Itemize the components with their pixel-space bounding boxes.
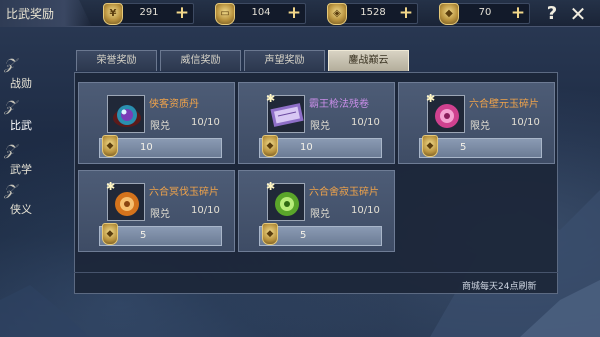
calligraphy-icon: 𝒵 [4,141,16,159]
top-bar: 比武奖励 ¥ 291 + ▭ 104 + ◈ 1528 + ◆ 70 + ? ✕ [0,0,600,27]
limit-label: 限兑 [150,209,170,220]
item-icon-frame: ✱ [266,180,305,221]
refresh-note: 商城每天24点刷新 [462,282,537,292]
limit-count: 10/10 [191,205,220,216]
item-name: 霸王枪法残卷 [309,99,369,110]
sidenav-item-zhanxun[interactable]: 𝒵 战勋 [2,55,42,97]
limit-label: 限兑 [310,121,330,132]
eye-pill-icon [113,105,141,127]
calligraphy-icon: 𝒵 [4,55,16,73]
close-button[interactable]: ✕ [568,4,588,24]
sidenav-item-wuxue[interactable]: 𝒵 武学 [2,141,42,183]
item-name: 六合舍寂玉碎片 [309,187,379,198]
currency-jade-token: ◈ 1528 + [327,3,418,25]
tab-rongyu[interactable]: 荣誉奖励 [76,50,157,71]
limit-count: 10/10 [191,117,220,128]
currency-value: 291 [139,7,159,18]
sidenav-item-xiayi[interactable]: 𝒵 侠义 [2,181,42,223]
limit-label: 限兑 [310,209,330,220]
item-price: 5 [300,230,307,241]
buy-button[interactable]: ◆ 10 [259,135,382,158]
panel-divider [74,272,558,273]
gold-token-icon: ◆ [102,223,118,245]
tab-shengwang[interactable]: 声望奖励 [244,50,325,71]
jade-token-icon: ◈ [327,3,347,25]
gold-token-icon: ◆ [102,135,118,157]
tab-weixin[interactable]: 威信奖励 [160,50,241,71]
currency-jade-coin: ¥ 291 + [103,3,194,25]
calligraphy-icon: 𝒵 [4,97,16,115]
currency-value: 1528 [360,7,386,18]
item-icon-frame: ✱ [106,180,145,221]
currency-gold-token: ◆ 70 + [439,3,530,25]
shop-item-card[interactable]: ✱ 六合冥伐玉碎片 限兑 10/10 ◆ 5 [78,170,235,252]
item-name: 六合壁元玉碎片 [469,99,539,110]
currency-value: 70 [478,7,492,18]
sidenav-item-biwu[interactable]: 𝒵 比武 [2,97,42,139]
buy-button[interactable]: ◆ 5 [99,223,222,246]
gold-token-icon: ◆ [262,135,278,157]
buy-button[interactable]: ◆ 5 [259,223,382,246]
buy-button[interactable]: ◆ 5 [419,135,542,158]
fragment-star-icon: ✱ [266,92,276,105]
gold-token-icon: ◆ [439,3,459,25]
item-name: 侠客资质丹 [149,99,199,110]
currency-value: 104 [251,7,271,18]
item-price: 10 [140,142,153,153]
shop-item-card[interactable]: ✱ 六合舍寂玉碎片 限兑 10/10 ◆ 5 [238,170,395,252]
limit-count: 10/10 [511,117,540,128]
limit-label: 限兑 [150,121,170,132]
shop-item-card[interactable]: 侠客资质丹 限兑 10/10 ◆ 10 [78,82,235,164]
item-price: 5 [460,142,467,153]
scroll-icon: ▭ [215,3,235,25]
sidenav-label: 侠义 [10,203,32,216]
item-icon-frame [107,95,145,133]
limit-count: 10/10 [351,117,380,128]
help-button[interactable]: ? [543,4,561,24]
add-currency-button[interactable]: + [398,5,414,22]
gold-token-icon: ◆ [422,135,438,157]
title-tab: 比武奖励 [0,0,92,27]
sidenav-label: 比武 [10,119,32,132]
item-icon-frame: ✱ [266,92,305,133]
item-price: 10 [300,142,313,153]
sidenav-label: 战勋 [10,77,32,90]
sidenav-label: 武学 [10,163,32,176]
limit-count: 10/10 [351,205,380,216]
fragment-star-icon: ✱ [426,92,436,105]
item-name: 六合冥伐玉碎片 [149,187,219,198]
add-currency-button[interactable]: + [286,5,302,22]
item-icon-frame: ✱ [426,92,465,133]
jade-coin-icon: ¥ [103,3,123,25]
add-currency-button[interactable]: + [510,5,526,22]
calligraphy-icon: 𝒵 [4,181,16,199]
fragment-star-icon: ✱ [106,180,116,193]
shop-item-card[interactable]: ✱ 霸王枪法残卷 限兑 10/10 ◆ 10 [238,82,395,164]
shop-item-card[interactable]: ✱ 六合壁元玉碎片 限兑 10/10 ◆ 5 [398,82,555,164]
buy-button[interactable]: ◆ 10 [99,135,222,158]
item-price: 5 [140,230,147,241]
gold-token-icon: ◆ [262,223,278,245]
limit-label: 限兑 [470,121,490,132]
add-currency-button[interactable]: + [174,5,190,22]
currency-scroll: ▭ 104 + [215,3,306,25]
page-title: 比武奖励 [6,7,55,21]
fragment-star-icon: ✱ [266,180,276,193]
tab-aozhan[interactable]: 鏖战巅云 [328,50,409,71]
